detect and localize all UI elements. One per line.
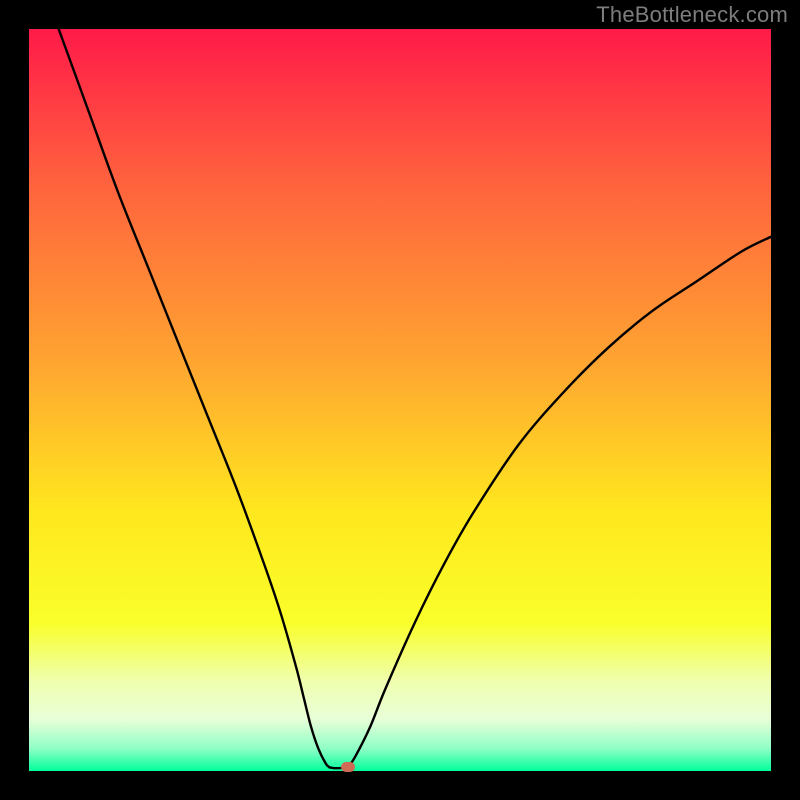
optimum-marker	[341, 762, 355, 772]
curve-path	[59, 29, 771, 768]
watermark-text: TheBottleneck.com	[596, 2, 788, 28]
chart-frame: TheBottleneck.com	[0, 0, 800, 800]
bottleneck-curve	[29, 29, 771, 771]
